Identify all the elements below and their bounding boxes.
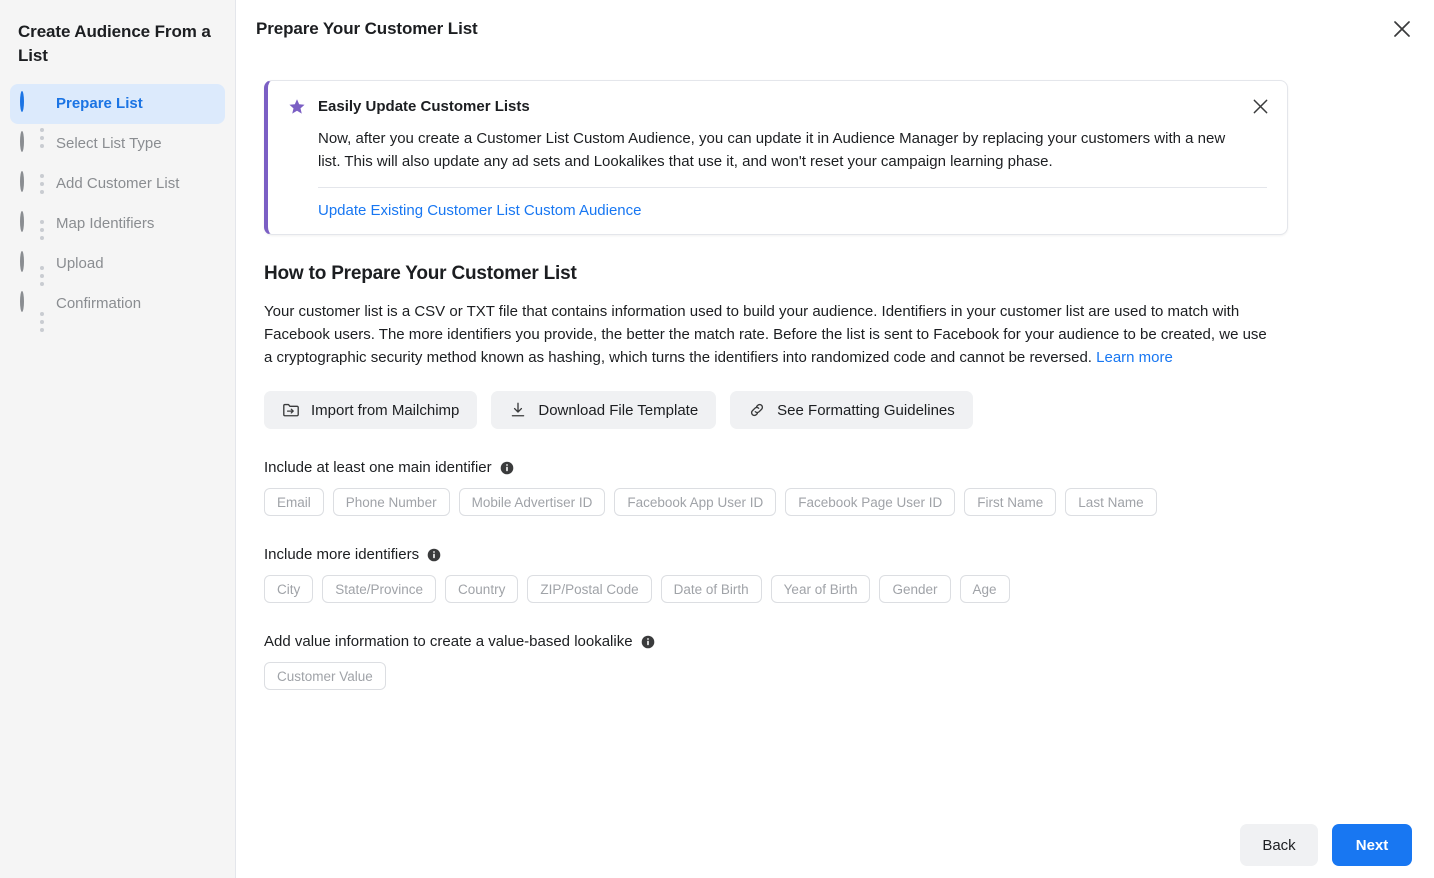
banner-divider (318, 187, 1267, 188)
sidebar-item-label: Upload (56, 255, 104, 272)
empty-circle-icon (20, 131, 42, 155)
action-button-label: See Formatting Guidelines (777, 401, 955, 419)
download-icon (512, 402, 525, 417)
page-title: Prepare Your Customer List (256, 19, 478, 38)
main-panel: Prepare Your Customer List Easily Update… (236, 0, 1434, 878)
action-button-row: Import from Mailchimp Download File Temp… (264, 391, 1288, 429)
banner-title: Easily Update Customer Lists (318, 98, 530, 115)
banner-header: Easily Update Customer Lists (288, 97, 1267, 121)
chip-age[interactable]: Age (959, 575, 1010, 603)
dialog-footer: Back Next (1240, 824, 1412, 866)
chip-last-name[interactable]: Last Name (1065, 488, 1157, 516)
chip-email[interactable]: Email (264, 488, 324, 516)
empty-circle-icon (20, 211, 42, 235)
sidebar-item-prepare-list[interactable]: Prepare List (10, 84, 225, 124)
chip-date-of-birth[interactable]: Date of Birth (660, 575, 762, 603)
chip-phone-number[interactable]: Phone Number (332, 488, 450, 516)
chip-facebook-app-user-id[interactable]: Facebook App User ID (614, 488, 777, 516)
create-audience-dialog: Create Audience From a List Prepare List… (0, 0, 1434, 878)
sidebar-item-label: Add Customer List (56, 175, 180, 192)
main-content: Easily Update Customer Lists Now, after … (236, 58, 1434, 690)
action-button-label: Import from Mailchimp (311, 401, 460, 419)
empty-circle-icon (20, 251, 42, 275)
see-formatting-guidelines-button[interactable]: See Formatting Guidelines (730, 391, 973, 429)
chip-first-name[interactable]: First Name (964, 488, 1057, 516)
chip-customer-value[interactable]: Customer Value (264, 662, 386, 690)
group-label: Include at least one main identifier (264, 459, 492, 476)
sidebar-item-confirmation[interactable]: Confirmation (10, 284, 225, 324)
value-information-chips: Customer Value (264, 662, 1288, 690)
info-icon[interactable] (500, 461, 514, 475)
info-icon[interactable] (427, 548, 441, 562)
wizard-step-list: Prepare List Select List Type Add Custom… (10, 84, 225, 332)
update-existing-audience-link[interactable]: Update Existing Customer List Custom Aud… (318, 202, 642, 219)
download-file-template-button[interactable]: Download File Template (491, 391, 717, 429)
close-icon (1253, 99, 1267, 113)
more-identifier-chips: City State/Province Country ZIP/Postal C… (264, 575, 1288, 603)
info-icon[interactable] (641, 635, 655, 649)
wizard-sidebar: Create Audience From a List Prepare List… (0, 0, 236, 878)
star-icon (288, 98, 306, 121)
section-paragraph: Your customer list is a CSV or TXT file … (264, 300, 1276, 369)
close-dialog-button[interactable] (1386, 13, 1418, 45)
chip-facebook-page-user-id[interactable]: Facebook Page User ID (785, 488, 956, 516)
group-label: Include more identifiers (264, 546, 420, 563)
dismiss-banner-button[interactable] (1247, 93, 1273, 119)
folder-import-icon (283, 403, 299, 417)
back-button[interactable]: Back (1240, 824, 1318, 866)
chip-city[interactable]: City (264, 575, 314, 603)
chip-zip-postal-code[interactable]: ZIP/Postal Code (527, 575, 652, 603)
banner-body-text: Now, after you create a Customer List Cu… (318, 130, 1226, 170)
sidebar-item-label: Prepare List (56, 95, 143, 112)
sidebar-item-add-customer-list[interactable]: Add Customer List (10, 164, 225, 204)
value-information-label-row: Add value information to create a value-… (264, 633, 1288, 650)
sidebar-item-select-list-type[interactable]: Select List Type (10, 124, 225, 164)
sidebar-title: Create Audience From a List (18, 22, 211, 65)
update-customer-lists-banner: Easily Update Customer Lists Now, after … (264, 80, 1288, 235)
sidebar-item-label: Select List Type (56, 135, 162, 152)
chip-year-of-birth[interactable]: Year of Birth (770, 575, 871, 603)
section-title: How to Prepare Your Customer List (264, 263, 577, 284)
empty-circle-icon (20, 171, 42, 195)
close-icon (1394, 21, 1410, 37)
main-identifier-label-row: Include at least one main identifier (264, 459, 1288, 476)
link-icon (751, 403, 764, 417)
chip-mobile-advertiser-id[interactable]: Mobile Advertiser ID (458, 488, 606, 516)
chip-gender[interactable]: Gender (879, 575, 951, 603)
main-identifier-chips: Email Phone Number Mobile Advertiser ID … (264, 488, 1288, 516)
sidebar-item-map-identifiers[interactable]: Map Identifiers (10, 204, 225, 244)
empty-circle-icon (20, 291, 42, 315)
half-filled-circle-icon (20, 91, 42, 115)
learn-more-link[interactable]: Learn more (1096, 349, 1173, 366)
action-button-label: Download File Template (538, 401, 699, 419)
sidebar-item-label: Confirmation (56, 295, 142, 312)
more-identifiers-label-row: Include more identifiers (264, 546, 1288, 563)
chip-country[interactable]: Country (445, 575, 519, 603)
sidebar-item-label: Map Identifiers (56, 215, 155, 232)
chip-state-province[interactable]: State/Province (322, 575, 437, 603)
import-from-mailchimp-button[interactable]: Import from Mailchimp (264, 391, 478, 429)
sidebar-item-upload[interactable]: Upload (10, 244, 225, 284)
group-label: Add value information to create a value-… (264, 633, 633, 650)
next-button[interactable]: Next (1332, 824, 1412, 866)
main-header: Prepare Your Customer List (236, 0, 1434, 58)
